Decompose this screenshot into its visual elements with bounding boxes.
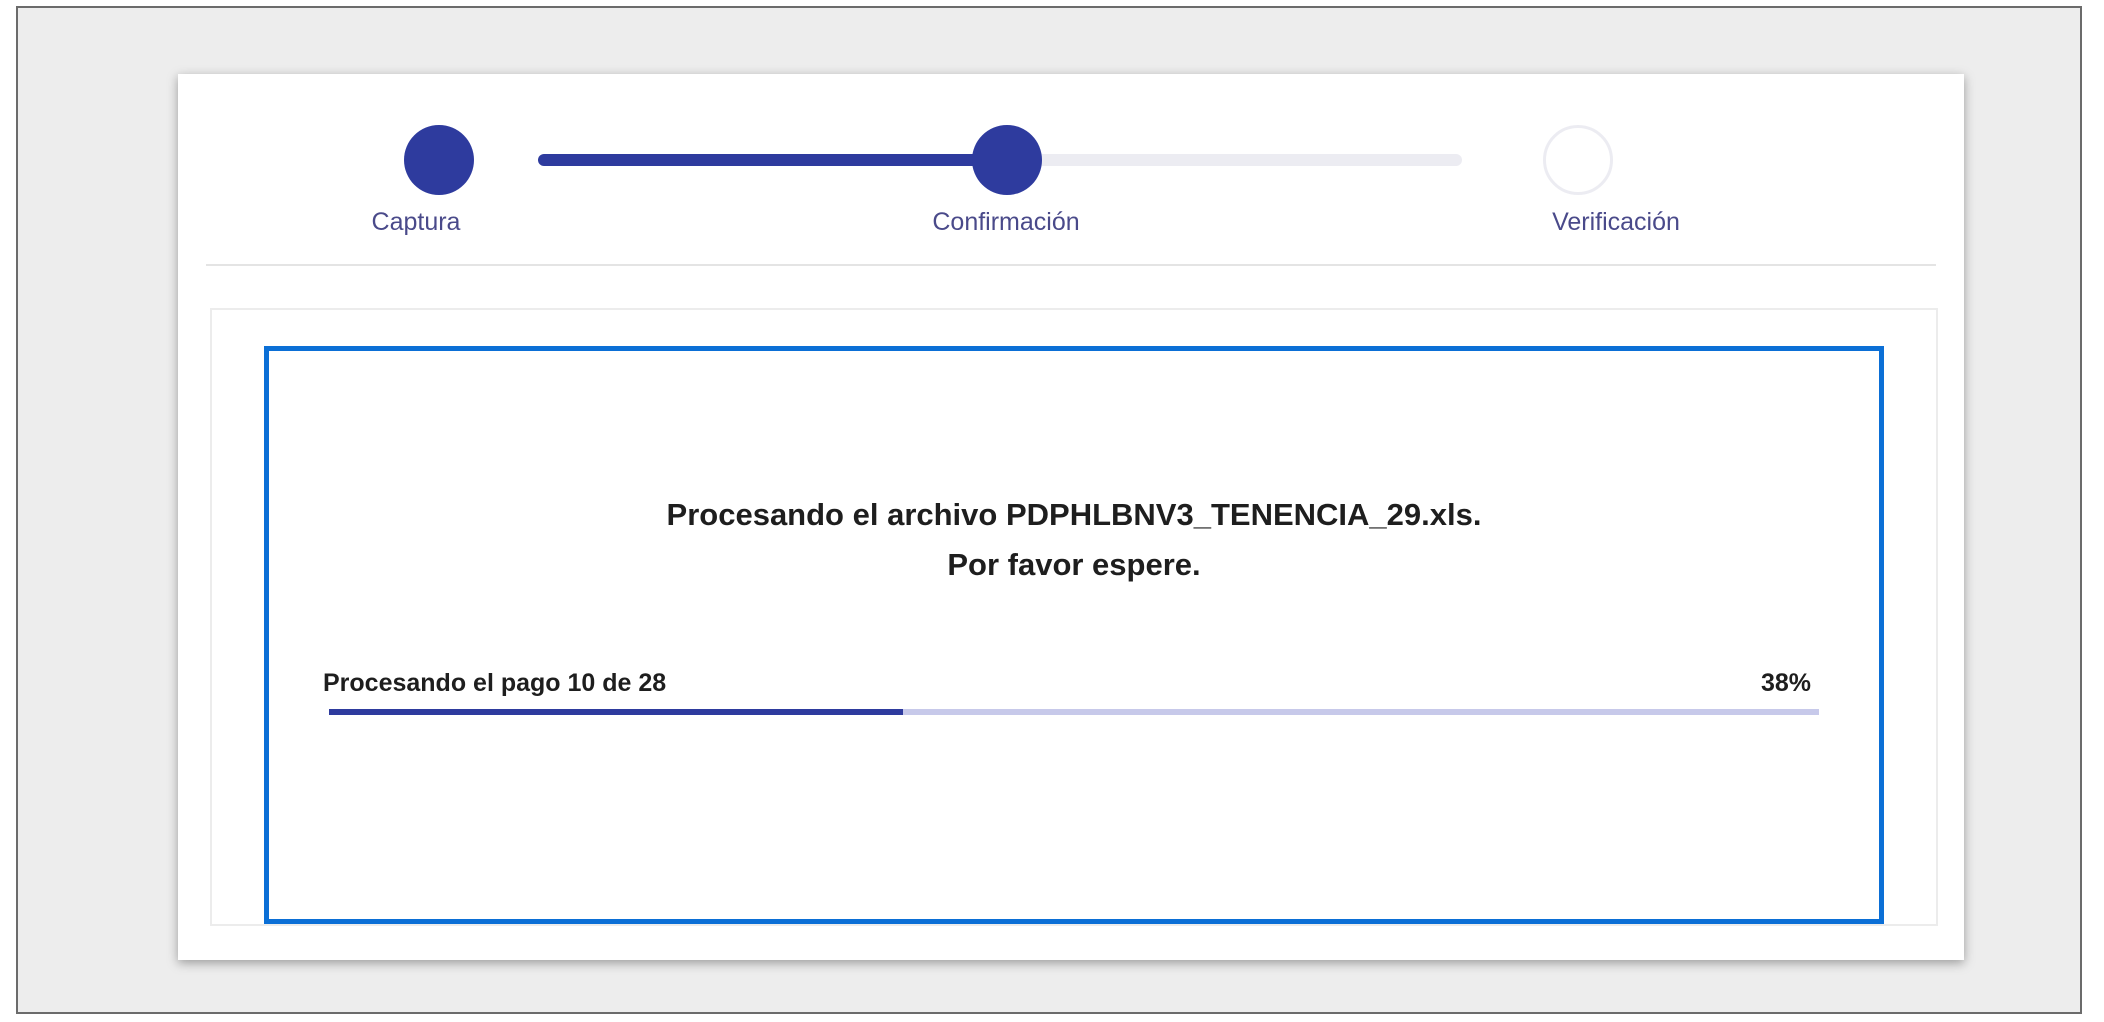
stepper-track-pending bbox=[992, 154, 1462, 166]
step-verificacion-label: Verificación bbox=[1552, 208, 1680, 236]
step-confirmacion-label: Confirmación bbox=[932, 208, 1080, 236]
step-confirmacion-dot bbox=[972, 125, 1042, 195]
stepper-track-completed bbox=[538, 154, 992, 166]
progress-percent: 38% bbox=[1760, 669, 1811, 697]
progress-bar-fill bbox=[329, 709, 903, 715]
processing-message: Procesando el archivo PDPHLBNV3_TENENCIA… bbox=[666, 497, 1482, 532]
step-verificacion-dot bbox=[1543, 125, 1613, 195]
processing-panel: Procesando el archivo PDPHLBNV3_TENENCIA… bbox=[264, 346, 1884, 924]
progress-bar bbox=[329, 709, 1819, 715]
step-captura-dot bbox=[404, 125, 474, 195]
progress-label: Procesando el pago 10 de 28 bbox=[323, 669, 667, 697]
wait-message: Por favor espere. bbox=[947, 547, 1201, 582]
step-captura-label: Captura bbox=[371, 208, 461, 236]
stepper: Captura Confirmación Verificación bbox=[206, 74, 1936, 266]
